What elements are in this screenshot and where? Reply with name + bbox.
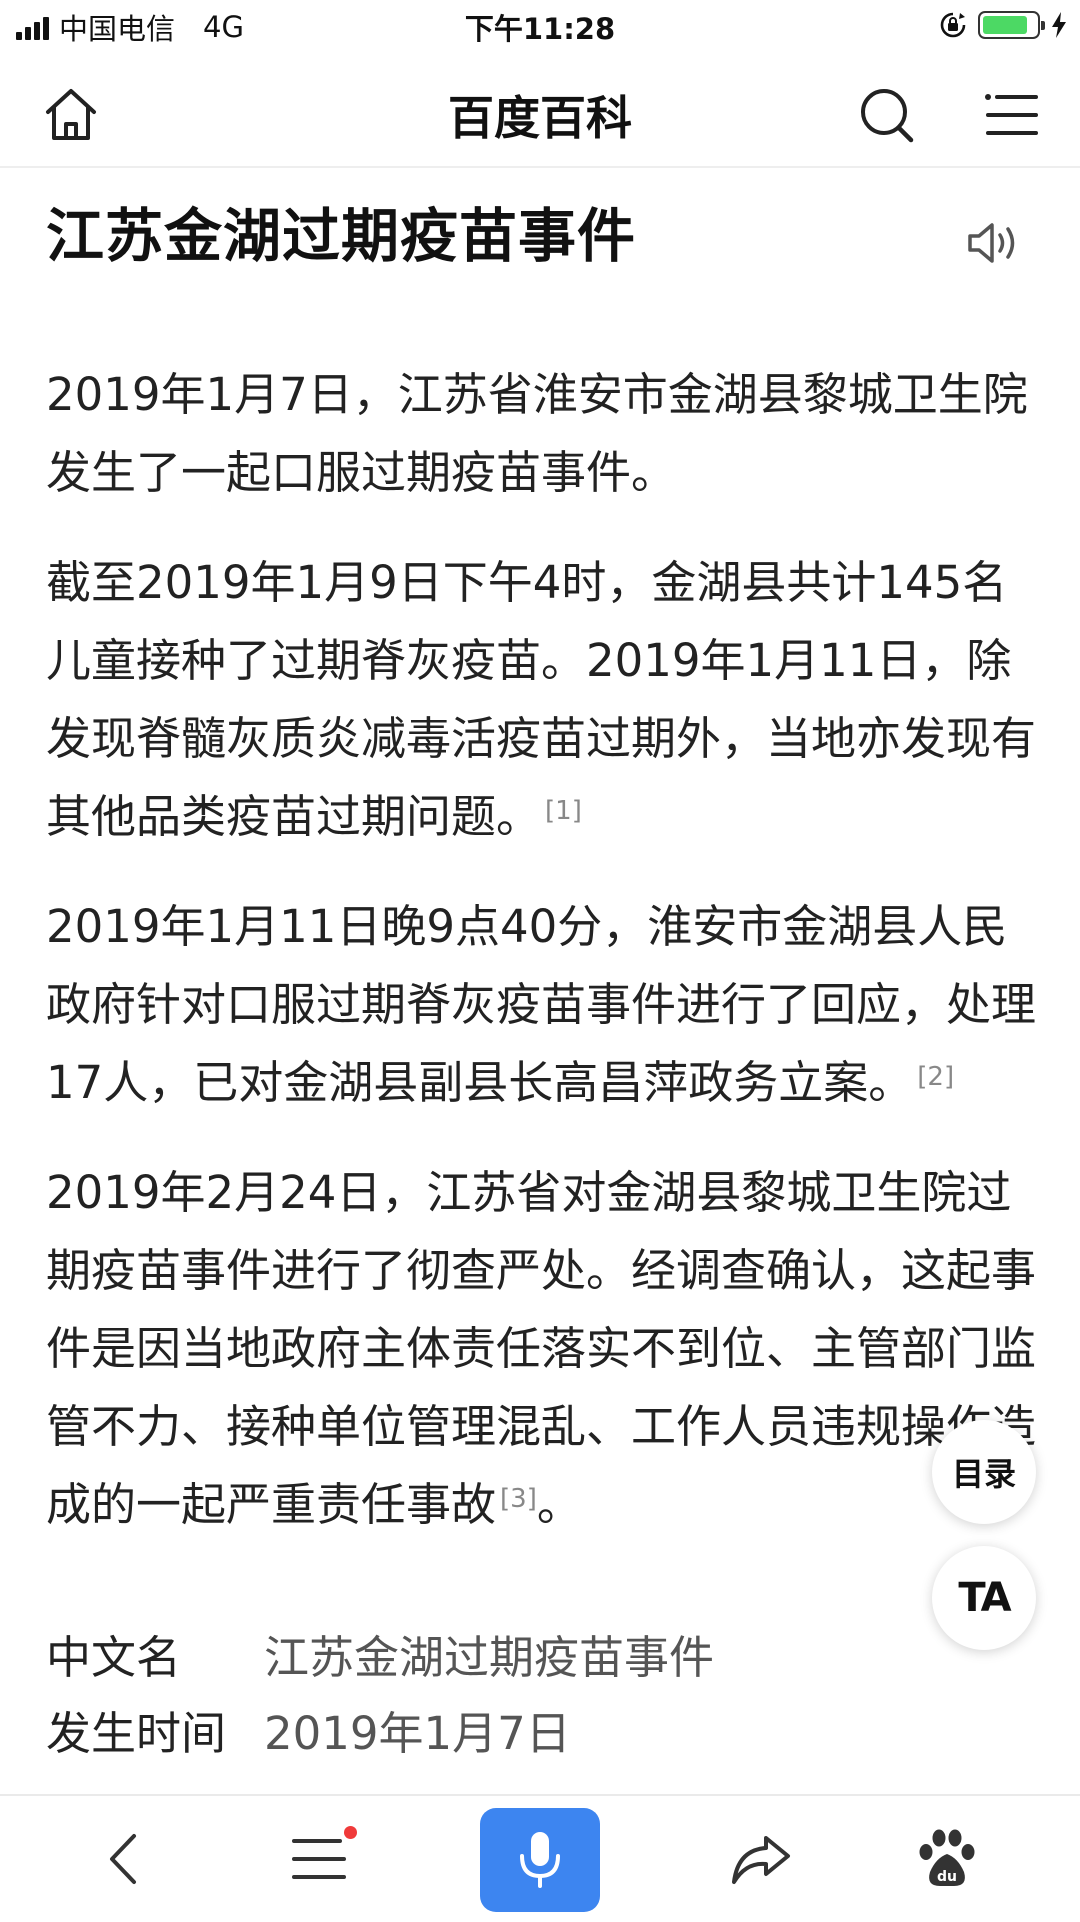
share-icon[interactable]: [726, 1824, 796, 1894]
bottom-toolbar: du: [0, 1794, 1080, 1922]
info-value: 江苏金湖过期疫苗事件: [264, 1631, 715, 1684]
paw-text: du: [937, 1869, 957, 1885]
article-title: 江苏金湖过期疫苗事件: [46, 202, 637, 270]
voice-search-button[interactable]: [480, 1808, 600, 1912]
signal-icon: [16, 14, 49, 40]
app-header: 百度百科: [0, 62, 1080, 168]
mic-icon: [520, 1832, 560, 1888]
ta-label: TA: [958, 1575, 1011, 1621]
article-paragraph: 2019年1月7日，江苏省淮安市金湖县黎城卫生院发生了一起口服过期疫苗事件。: [46, 368, 1028, 499]
article-paragraph: 截至2019年1月9日下午4时，金湖县共计145名儿童接种了过期脊灰疫苗。201…: [46, 556, 1037, 843]
article-paragraph: 2019年1月11日晚9点40分，淮安市金湖县人民政府针对口服过期脊灰疫苗事件进…: [46, 900, 1037, 1109]
battery-level: [983, 16, 1027, 34]
charging-icon: [1052, 12, 1066, 38]
battery-icon: [978, 11, 1045, 39]
back-icon[interactable]: [90, 1824, 160, 1894]
citation-link[interactable]: [1]: [545, 796, 582, 826]
toc-label: 目录: [951, 1455, 1016, 1493]
ta-button[interactable]: TA: [932, 1546, 1036, 1650]
speaker-icon[interactable]: [966, 218, 1022, 268]
citation-link[interactable]: [2]: [917, 1062, 954, 1092]
page-title: 百度百科: [448, 91, 632, 145]
toc-button[interactable]: 目录: [932, 1420, 1036, 1524]
info-label: 中文名: [46, 1631, 182, 1684]
info-row: 中文名 江苏金湖过期疫苗事件: [46, 1620, 1036, 1696]
network-type: 4G: [203, 10, 244, 44]
menu-icon[interactable]: [980, 84, 1042, 146]
info-label: 发生时间: [46, 1707, 227, 1760]
info-value: 2019年1月7日: [264, 1707, 571, 1760]
carrier-name: 中国电信: [59, 12, 176, 46]
info-row: 发生时间 2019年1月7日: [46, 1696, 1036, 1772]
baidu-paw-icon[interactable]: du: [912, 1824, 982, 1894]
status-left: 中国电信 4G: [16, 6, 244, 48]
article-paragraph: 2019年2月24日，江苏省对金湖县黎城卫生院过期疫苗事件进行了彻查严处。经调查…: [46, 1166, 1037, 1531]
rotation-lock-icon: [940, 12, 966, 38]
notification-dot: [344, 1826, 357, 1839]
status-right: [938, 10, 1068, 40]
citation-link[interactable]: [3]: [500, 1484, 537, 1514]
article-content: 江苏金湖过期疫苗事件 2019年1月7日，江苏省淮安市金湖县黎城卫生院发生了一起…: [46, 196, 1036, 1772]
basic-info-box: 中文名 江苏金湖过期疫苗事件 发生时间 2019年1月7日: [46, 1620, 1036, 1772]
search-icon[interactable]: [856, 84, 918, 146]
status-bar: 中国电信 4G 下午11:28: [0, 0, 1080, 52]
